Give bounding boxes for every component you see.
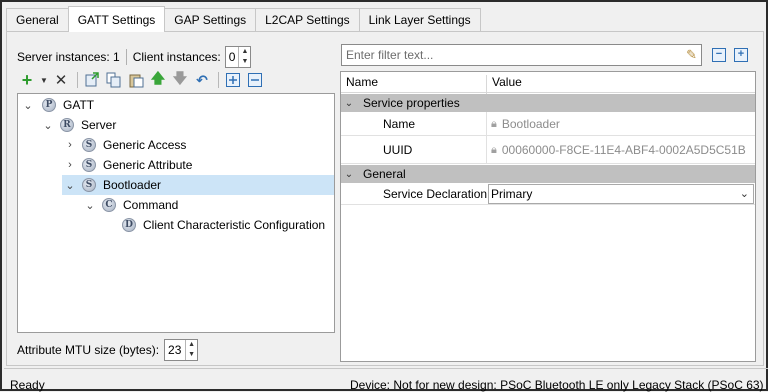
- property-value: 🔒︎ 00060000-F8CE-11E4-ABF4-0002A5D5C51B: [491, 143, 746, 157]
- tab-gatt-settings[interactable]: GATT Settings: [67, 6, 166, 32]
- chevron-down-icon[interactable]: ⌄: [740, 187, 749, 200]
- property-row-service-declaration[interactable]: Service Declaration Primary ⌄: [341, 183, 755, 205]
- collapse-chevron-icon[interactable]: ⌄: [341, 98, 357, 109]
- collapse-chevron-icon[interactable]: ⌄: [82, 199, 98, 212]
- status-text: Ready: [10, 378, 45, 392]
- collapse-all-icon[interactable]: −: [712, 48, 726, 62]
- gatt-settings-panel: Server instances: 1 Client instances: 0 …: [6, 31, 764, 366]
- collapse-chevron-icon[interactable]: ⌄: [40, 119, 56, 132]
- property-name: Name: [383, 117, 416, 131]
- category-label: General: [363, 167, 406, 181]
- tree-node-label: Generic Access: [103, 138, 187, 152]
- tree-toolbar: + ▼ ✕ 🡅 🡇 ↶: [17, 70, 267, 90]
- tree-node-client-characteristic-configuration[interactable]: D Client Characteristic Configuration: [122, 215, 334, 235]
- clear-filter-icon[interactable]: ✎: [686, 47, 697, 63]
- characteristic-badge-icon: C: [102, 198, 116, 212]
- copy-icon[interactable]: [104, 70, 124, 90]
- expand-chevron-icon[interactable]: ›: [62, 139, 78, 151]
- tab-link-layer-settings[interactable]: Link Layer Settings: [358, 8, 481, 32]
- column-value-header[interactable]: Value: [492, 75, 522, 89]
- property-value: 🔒︎ Bootloader: [491, 117, 560, 131]
- status-bar: Ready Device: Not for new design: PSoC B…: [4, 368, 768, 392]
- select-value: Primary: [491, 187, 533, 201]
- stepper-down-icon[interactable]: ▼: [239, 57, 250, 67]
- add-icon[interactable]: +: [17, 70, 37, 90]
- tree-node-label: Bootloader: [103, 178, 162, 192]
- stepper-up-icon[interactable]: ▲: [239, 47, 250, 57]
- tree-node-label: Generic Attribute: [103, 158, 193, 172]
- property-value-text: 00060000-F8CE-11E4-ABF4-0002A5D5C51B: [501, 143, 746, 157]
- column-name-header[interactable]: Name: [346, 75, 378, 89]
- move-up-icon[interactable]: 🡅: [148, 70, 168, 90]
- tree-node-bootloader[interactable]: ⌄ S Bootloader: [62, 175, 334, 195]
- tree-node-label: Client Characteristic Configuration: [143, 218, 326, 232]
- device-info: Device: Not for new design: PSoC Bluetoo…: [350, 378, 764, 392]
- mtu-row: Attribute MTU size (bytes): 23 ▲ ▼: [17, 339, 199, 361]
- tree-node-label: GATT: [63, 98, 95, 112]
- separator: [125, 49, 127, 65]
- role-badge-icon: R: [60, 118, 74, 132]
- collapse-all-icon[interactable]: [245, 70, 265, 90]
- tab-bar: General GATT Settings GAP Settings L2CAP…: [6, 6, 481, 32]
- expand-all-icon[interactable]: [223, 70, 243, 90]
- move-down-icon[interactable]: 🡇: [170, 70, 190, 90]
- stepper-up-icon[interactable]: ▲: [186, 340, 197, 350]
- window-frame: General GATT Settings GAP Settings L2CAP…: [0, 0, 768, 392]
- service-badge-icon: S: [82, 138, 96, 152]
- server-instances-label: Server instances: 1: [17, 50, 120, 64]
- tab-gap-settings[interactable]: GAP Settings: [164, 8, 257, 32]
- client-instances-label: Client instances:: [132, 50, 221, 64]
- stepper-down-icon[interactable]: ▼: [186, 350, 197, 360]
- filter-input[interactable]: [342, 45, 672, 65]
- category-label: Service properties: [363, 96, 460, 110]
- import-icon[interactable]: [82, 70, 102, 90]
- instances-row: Server instances: 1 Client instances: 0 …: [17, 46, 252, 68]
- collapse-chevron-icon[interactable]: ⌄: [341, 169, 357, 180]
- service-declaration-select[interactable]: Primary ⌄: [488, 184, 754, 204]
- grid-header: Name Value: [341, 72, 755, 96]
- service-badge-icon: S: [82, 158, 96, 172]
- paste-icon[interactable]: [126, 70, 146, 90]
- tree-node-command[interactable]: ⌄ C Command: [82, 195, 334, 215]
- tab-general[interactable]: General: [6, 8, 69, 32]
- expand-chevron-icon[interactable]: ›: [62, 159, 78, 171]
- property-grid: Name Value ⌄ Service properties Name 🔒︎ …: [340, 71, 756, 362]
- client-instances-value[interactable]: 0: [226, 47, 239, 67]
- service-badge-icon: S: [82, 178, 96, 192]
- toolbar-separator: [218, 72, 219, 88]
- tree-node-label: Command: [123, 198, 179, 212]
- lock-icon: 🔒︎: [491, 117, 497, 130]
- descriptor-badge-icon: D: [122, 218, 136, 232]
- category-service-properties[interactable]: ⌄ Service properties: [341, 94, 755, 112]
- tree-node-generic-attribute[interactable]: › S Generic Attribute: [62, 155, 334, 175]
- delete-icon[interactable]: ✕: [51, 70, 71, 90]
- property-name: Service Declaration: [383, 187, 488, 201]
- client-instances-stepper[interactable]: 0 ▲ ▼: [224, 46, 252, 68]
- expand-all-icon[interactable]: +: [734, 48, 748, 62]
- dropdown-arrow-icon[interactable]: ▼: [39, 70, 49, 90]
- property-row-uuid[interactable]: UUID 🔒︎ 00060000-F8CE-11E4-ABF4-0002A5D5…: [341, 136, 755, 164]
- tree-node-gatt[interactable]: ⌄ P GATT: [20, 95, 334, 115]
- tree-node-label: Server: [81, 118, 117, 132]
- collapse-chevron-icon[interactable]: ⌄: [62, 179, 78, 192]
- profile-badge-icon: P: [42, 98, 56, 112]
- tree-node-generic-access[interactable]: › S Generic Access: [62, 135, 334, 155]
- tab-l2cap-settings[interactable]: L2CAP Settings: [255, 8, 360, 32]
- undo-icon[interactable]: ↶: [192, 70, 212, 90]
- property-row-name[interactable]: Name 🔒︎ Bootloader: [341, 112, 755, 136]
- filter-box: ✎: [341, 44, 702, 66]
- tree-node-server[interactable]: ⌄ R Server: [40, 115, 334, 135]
- property-name: UUID: [383, 143, 413, 157]
- lock-icon: 🔒︎: [491, 143, 497, 156]
- mtu-value[interactable]: 23: [165, 340, 185, 360]
- mtu-stepper[interactable]: 23 ▲ ▼: [164, 339, 199, 361]
- collapse-chevron-icon[interactable]: ⌄: [20, 99, 36, 112]
- mtu-label: Attribute MTU size (bytes):: [17, 343, 160, 357]
- category-general[interactable]: ⌄ General: [341, 165, 755, 183]
- gatt-tree[interactable]: ⌄ P GATT ⌄ R Server › S Generic Access ›…: [17, 93, 335, 333]
- toolbar-separator: [77, 72, 78, 88]
- property-value-text: Bootloader: [501, 117, 560, 131]
